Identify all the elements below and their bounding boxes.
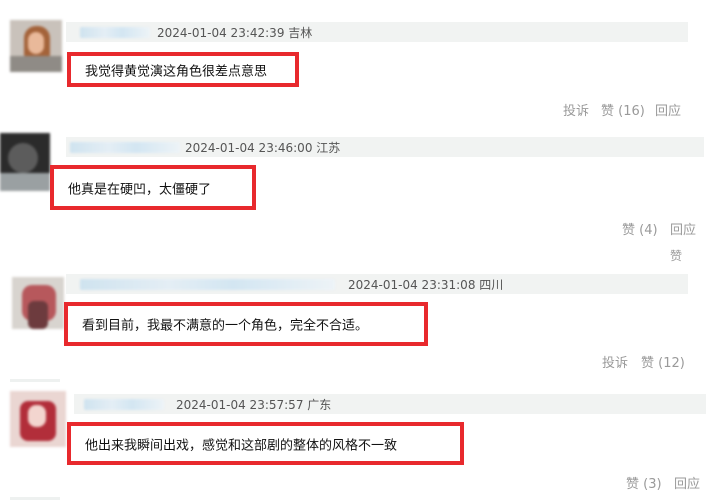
comment-3: 2024-01-04 23:31:08 四川 看到目前，我最不满意的一个角色，完… [0,265,716,377]
like-button-secondary[interactable]: 赞 [670,247,682,264]
like-button[interactable]: 赞 (3) [626,473,662,492]
like-button[interactable]: 赞 (4) [622,219,658,238]
avatar[interactable] [12,277,64,329]
like-button[interactable]: 赞 (12) [641,352,685,371]
comment-text: 看到目前，我最不满意的一个角色，完全不合适。 [82,318,369,334]
avatar[interactable] [10,20,62,72]
comment-text-highlight: 看到目前，我最不满意的一个角色，完全不合适。 [64,302,428,346]
comment-text-highlight: 他出来我瞬间出戏，感觉和这部剧的整体的风格不一致 [67,422,464,465]
comment-meta: 2024-01-04 23:31:08 四川 [348,278,504,292]
comment-text-highlight: 他真是在硬凹，太僵硬了 [50,165,256,210]
report-button[interactable]: 投诉 [563,100,589,119]
username-blurred[interactable] [80,279,335,290]
reply-button[interactable]: 回应 [655,100,681,119]
username-blurred[interactable] [70,142,180,153]
comment-text: 我觉得黄觉演这角色很差点意思 [85,64,268,79]
reply-button[interactable]: 回应 [674,473,700,492]
like-button[interactable]: 赞 (16) [601,100,645,119]
username-blurred[interactable] [84,399,164,410]
report-button[interactable]: 投诉 [602,352,628,371]
comment-2: 2024-01-04 23:46:00 江苏 他真是在硬凹，太僵硬了 赞 (4)… [0,125,716,265]
comment-meta: 2024-01-04 23:42:39 吉林 [157,26,313,40]
username-blurred[interactable] [80,27,150,38]
comment-header [74,394,706,414]
comment-text: 他真是在硬凹，太僵硬了 [68,182,212,197]
comment-meta: 2024-01-04 23:57:57 广东 [176,398,332,412]
comment-text: 他出来我瞬间出戏，感觉和这部剧的整体的风格不一致 [85,438,398,453]
comment-text-highlight: 我觉得黄觉演这角色很差点意思 [67,52,299,87]
avatar[interactable] [0,133,50,191]
reply-button[interactable]: 回应 [670,219,696,238]
avatar[interactable] [10,391,66,447]
comment-1: 2024-01-04 23:42:39 吉林 我觉得黄觉演这角色很差点意思 投诉… [0,0,716,125]
comment-meta: 2024-01-04 23:46:00 江苏 [185,141,341,155]
divider [10,379,60,382]
comment-4: 2024-01-04 23:57:57 广东 他出来我瞬间出戏，感觉和这部剧的整… [0,377,716,500]
